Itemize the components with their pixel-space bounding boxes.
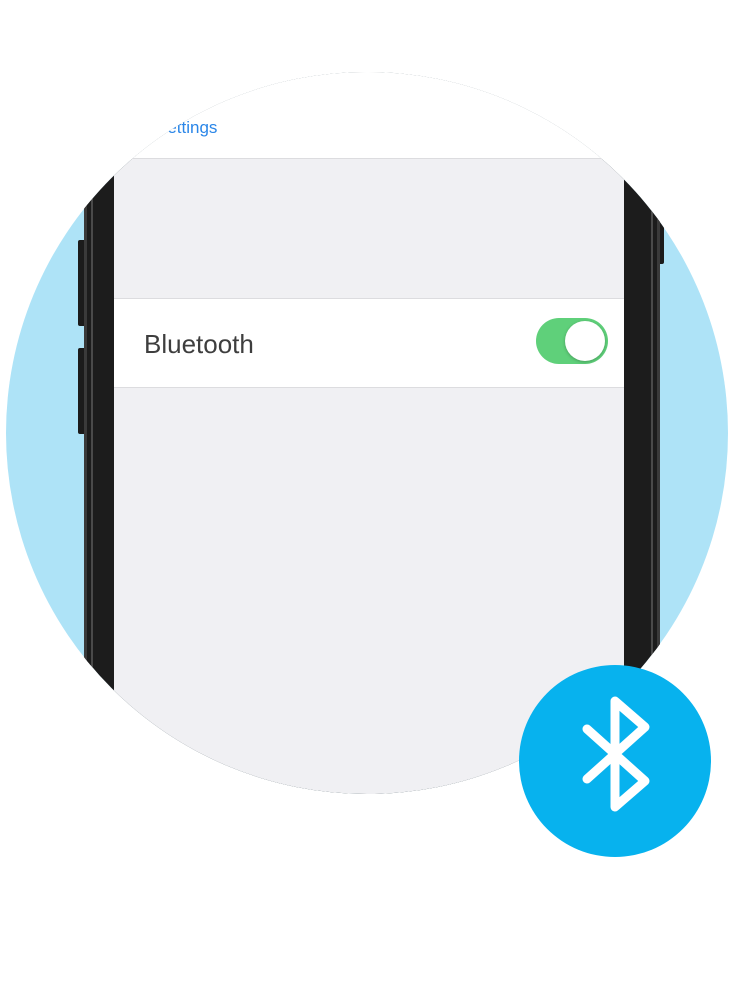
wifi-icon — [544, 56, 564, 70]
back-button[interactable]: Settings — [138, 117, 217, 139]
status-time: 9:41 — [152, 52, 186, 73]
front-camera — [433, 30, 459, 56]
cellular-signal-icon — [514, 56, 538, 70]
bluetooth-toggle[interactable] — [536, 318, 608, 364]
speaker-grille — [318, 38, 406, 48]
chevron-left-icon — [139, 117, 151, 139]
navigation-bar: Settings — [114, 102, 624, 159]
bluetooth-label: Bluetooth — [144, 329, 254, 359]
toggle-knob — [565, 321, 605, 361]
notch — [231, 30, 504, 72]
bluetooth-badge — [519, 665, 711, 857]
status-icons — [514, 56, 602, 70]
bluetooth-row: Bluetooth — [114, 298, 624, 388]
bluetooth-icon — [582, 696, 650, 812]
back-button-label: Settings — [156, 118, 218, 137]
battery-icon — [570, 56, 602, 70]
status-bar: 9:41 — [114, 30, 624, 102]
